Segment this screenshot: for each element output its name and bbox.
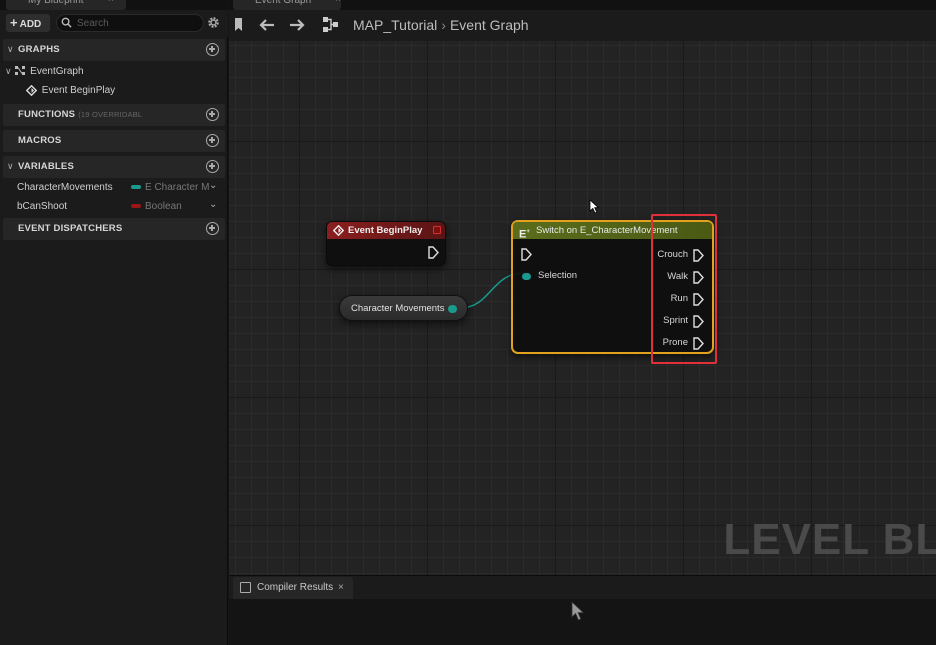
close-icon[interactable]: × xyxy=(108,0,114,5)
compiler-results-tab[interactable]: Compiler Results × xyxy=(233,577,353,599)
document-icon xyxy=(240,582,251,593)
mouse-cursor-icon xyxy=(589,199,599,214)
back-arrow-icon[interactable] xyxy=(259,18,275,32)
plus-icon: + xyxy=(10,15,18,30)
variable-type-label: E Character M xyxy=(145,182,210,193)
event-dispatchers-section-title: EVENT DISPATCHERS xyxy=(18,223,123,234)
functions-overridable-note: (19 OVERRIDABL xyxy=(78,110,143,119)
my-blueprint-toolbar: + ADD xyxy=(0,10,228,37)
close-icon[interactable]: × xyxy=(335,0,341,5)
variable-row-bcanshoot[interactable]: bCanShoot xyxy=(17,201,67,212)
add-function-icon[interactable] xyxy=(206,108,219,121)
functions-section-title: FUNCTIONS (19 OVERRIDABL xyxy=(18,109,142,120)
macros-section-header[interactable]: MACROS xyxy=(3,130,225,152)
functions-section-header[interactable]: FUNCTIONS (19 OVERRIDABL xyxy=(3,104,225,126)
event-graph-label: EventGraph xyxy=(30,66,84,77)
exec-input-pin-icon[interactable] xyxy=(521,248,532,261)
graph-tab-bar: Event Graph × xyxy=(229,0,936,10)
event-begin-play-label: Event BeginPlay xyxy=(41,85,116,97)
chevron-down-icon: ∨ xyxy=(5,66,12,76)
event-graph-item[interactable]: ∨ EventGraph xyxy=(5,66,84,77)
search-box[interactable] xyxy=(56,14,204,32)
chevron-down-icon: ∨ xyxy=(7,44,14,54)
add-button[interactable]: + ADD xyxy=(6,14,50,32)
switch-enum-icon: E+ xyxy=(519,228,530,241)
selection-input-pin[interactable] xyxy=(522,273,531,280)
graph-icon xyxy=(323,17,338,32)
level-blueprint-watermark: LEVEL BLU xyxy=(723,515,936,564)
graph-navigation-bar: MAP_Tutorial › Event Graph xyxy=(229,10,936,41)
macros-section-title: MACROS xyxy=(18,135,62,146)
variable-row-character-movements[interactable]: CharacterMovements xyxy=(17,182,113,193)
delegate-pin-icon[interactable] xyxy=(433,226,441,234)
chevron-down-icon[interactable]: ⌄ xyxy=(209,180,217,191)
search-input[interactable] xyxy=(77,16,197,30)
character-movements-getter-label: Character Movements xyxy=(351,303,445,314)
event-graph-tab[interactable]: Event Graph xyxy=(233,0,341,10)
compiler-results-tab-label: Compiler Results xyxy=(257,582,334,593)
search-icon xyxy=(61,17,72,28)
event-icon xyxy=(333,225,344,236)
chevron-right-icon: › xyxy=(441,17,446,33)
graphs-section-title: GRAPHS xyxy=(18,44,60,55)
unreal-editor-window: My Blueprint × +ADD ∨ GRAPHS ∨ EventGrap… xyxy=(0,0,936,645)
graph-icon xyxy=(15,66,26,76)
type-pill-icon xyxy=(131,204,141,209)
variable-output-pin[interactable] xyxy=(448,305,457,313)
variable-name: bCanShoot xyxy=(17,201,68,212)
add-graph-icon[interactable] xyxy=(206,43,219,56)
my-blueprint-tab-bar: My Blueprint × xyxy=(0,0,228,10)
variable-type-bcanshoot[interactable]: Boolean xyxy=(131,201,182,212)
selection-pin-label: Selection xyxy=(538,270,578,281)
character-movements-getter-node[interactable]: Character Movements xyxy=(339,295,468,321)
variable-type-character-movements[interactable]: E Character M xyxy=(131,182,209,193)
variables-section-title: VARIABLES xyxy=(18,161,74,172)
forward-arrow-icon[interactable] xyxy=(289,18,305,32)
variables-section-header[interactable]: ∨ VARIABLES xyxy=(3,156,225,178)
output-pins-highlight-box xyxy=(651,214,717,364)
graph-canvas[interactable]: Event BeginPlay Character Movements E+ S… xyxy=(229,41,936,575)
bookmark-icon[interactable] xyxy=(233,17,245,33)
compiler-results-panel: Compiler Results × xyxy=(229,575,936,645)
chevron-down-icon[interactable]: ⌄ xyxy=(209,199,217,210)
add-dispatcher-icon[interactable] xyxy=(206,222,219,235)
variable-name: CharacterMovements xyxy=(17,182,113,193)
graphs-section-header[interactable]: ∨ GRAPHS xyxy=(3,39,225,61)
gear-icon[interactable] xyxy=(206,15,221,30)
event-begin-play-node-title: Event BeginPlay xyxy=(348,225,423,236)
type-pill-icon xyxy=(131,185,141,190)
close-icon[interactable]: × xyxy=(338,577,344,599)
breadcrumb-root[interactable]: MAP_Tutorial xyxy=(353,17,437,33)
event-dispatchers-section-header[interactable]: EVENT DISPATCHERS xyxy=(3,218,225,240)
event-begin-play-item[interactable]: Event BeginPlay xyxy=(25,84,116,97)
add-button-label: ADD xyxy=(19,19,42,30)
event-begin-play-node[interactable]: Event BeginPlay xyxy=(326,221,446,266)
functions-title-text: FUNCTIONS xyxy=(18,109,76,120)
add-variable-icon[interactable] xyxy=(206,160,219,173)
add-macro-icon[interactable] xyxy=(206,134,219,147)
graph-editor: Event Graph × MAP_Tutorial›Event Graph E… xyxy=(229,0,936,645)
breadcrumb-current: Event Graph xyxy=(449,17,529,33)
compiler-results-body xyxy=(229,599,936,645)
event-icon xyxy=(25,84,38,97)
chevron-down-icon: ∨ xyxy=(7,161,14,171)
exec-output-pin-icon[interactable] xyxy=(428,246,439,259)
breadcrumb: MAP_Tutorial › Event Graph xyxy=(353,17,529,33)
event-begin-play-node-header: Event BeginPlay xyxy=(327,222,445,239)
my-blueprint-panel: My Blueprint × +ADD ∨ GRAPHS ∨ EventGrap… xyxy=(0,0,228,645)
variable-type-label: Boolean xyxy=(145,201,182,212)
mouse-cursor-icon xyxy=(571,601,585,621)
